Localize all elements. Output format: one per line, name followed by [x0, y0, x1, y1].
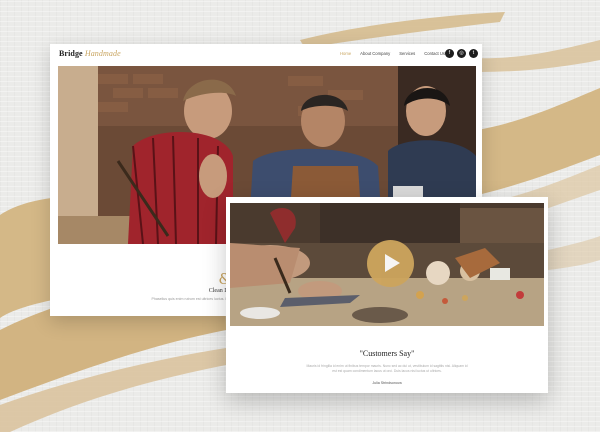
menu-item-contact[interactable]: Contact Us	[424, 51, 445, 56]
testimonial-title: "Customers Say"	[359, 349, 415, 358]
website-preview-video: "Customers Say" Mauris id fringilla id e…	[226, 197, 548, 393]
testimonial-author: Julia Strindsonova	[372, 381, 402, 385]
play-icon[interactable]	[367, 240, 414, 287]
instagram-icon[interactable]: ◎	[457, 49, 466, 58]
facebook-icon[interactable]: f	[445, 49, 454, 58]
testimonial-text: Mauris id fringilla id enim ut finibus t…	[306, 364, 468, 373]
menu-item-services[interactable]: Services	[399, 51, 415, 56]
social-links: f ◎ t	[445, 49, 478, 58]
menu-item-about[interactable]: About Company	[360, 51, 390, 56]
top-navigation: Bridge Handmade Home About Company Servi…	[50, 44, 482, 66]
menu-item-home[interactable]: Home	[340, 51, 351, 56]
site-logo[interactable]: Bridge Handmade	[59, 49, 121, 58]
main-menu: Home About Company Services Contact Us	[340, 51, 445, 56]
twitter-icon[interactable]: t	[469, 49, 478, 58]
video-thumbnail-crafting[interactable]	[230, 203, 544, 326]
